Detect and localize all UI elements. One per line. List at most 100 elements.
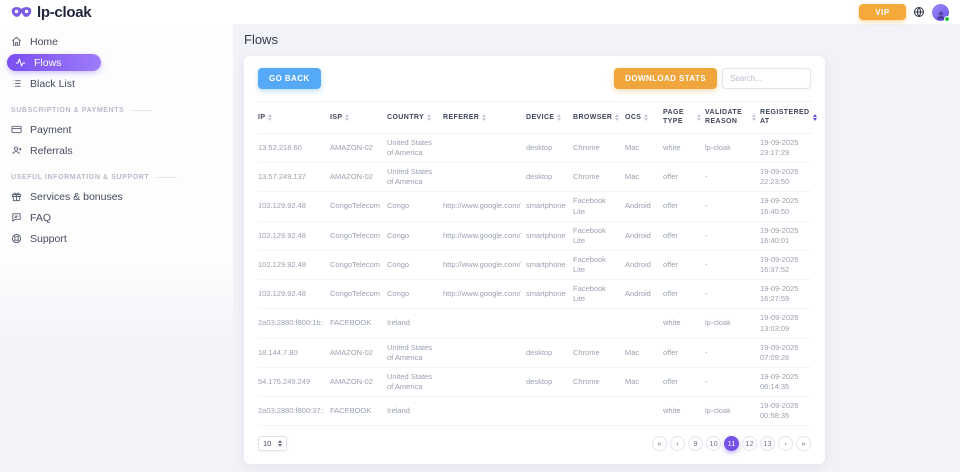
column-label: REGISTERED AT bbox=[760, 108, 810, 127]
sort-icon[interactable] bbox=[268, 114, 272, 121]
sidebar-item-label: Black List bbox=[30, 78, 75, 90]
page-button[interactable]: 9 bbox=[688, 436, 703, 451]
gift-icon bbox=[11, 191, 22, 202]
sidebar-item-referrals[interactable]: Referrals bbox=[0, 140, 233, 161]
table-cell: Chrome bbox=[573, 348, 625, 358]
page-size-select[interactable]: 10 bbox=[258, 436, 287, 451]
table-cell: Ireland bbox=[387, 318, 443, 328]
table-cell: - bbox=[705, 172, 760, 182]
table-cell: smartphone bbox=[526, 201, 573, 211]
table-cell: - bbox=[705, 260, 760, 270]
table-cell: white bbox=[663, 318, 705, 328]
table-cell: lp-cloak bbox=[705, 406, 760, 416]
sort-icon[interactable] bbox=[427, 114, 431, 121]
page-size-value: 10 bbox=[263, 439, 271, 448]
column-header-isp[interactable]: ISP bbox=[330, 113, 387, 122]
table-cell: 102.129.92.48 bbox=[258, 260, 330, 270]
page-button[interactable]: 10 bbox=[706, 436, 721, 451]
sidebar-item-label: Support bbox=[30, 233, 67, 245]
page-button[interactable]: 13 bbox=[760, 436, 775, 451]
table-cell: 102.129.92.48 bbox=[258, 289, 330, 299]
sidebar-item-payment[interactable]: Payment bbox=[0, 119, 233, 140]
sort-icon[interactable] bbox=[345, 114, 349, 121]
main-content: Flows GO BACK DOWNLOAD STATS IPISPCOUNTR… bbox=[233, 24, 960, 472]
app-logo[interactable]: lp-cloak bbox=[11, 4, 91, 21]
stepper-icon bbox=[278, 440, 282, 447]
column-header-country[interactable]: COUNTRY bbox=[387, 113, 443, 122]
sidebar-item-support[interactable]: Support bbox=[0, 228, 233, 249]
sidebar-item-label: Referrals bbox=[30, 145, 73, 157]
flows-card: GO BACK DOWNLOAD STATS IPISPCOUNTRY REFER… bbox=[244, 56, 825, 464]
sidebar-item-black-list[interactable]: Black List bbox=[0, 73, 233, 94]
table-row: 102.129.92.48CongoTelecomCongohttp://www… bbox=[258, 280, 811, 309]
table-cell: AMAZON-02 bbox=[330, 143, 387, 153]
page-button[interactable]: ‹ bbox=[670, 436, 685, 451]
column-label: REFERER bbox=[443, 113, 479, 122]
sidebar-item-faq[interactable]: FAQ bbox=[0, 207, 233, 228]
app-root: lp-cloak VIP bbox=[0, 0, 960, 472]
sort-icon[interactable] bbox=[697, 114, 701, 121]
table-row: 102.129.92.48CongoTelecomCongohttp://www… bbox=[258, 251, 811, 280]
vip-button[interactable]: VIP bbox=[859, 4, 906, 20]
column-header-referer[interactable]: REFERER bbox=[443, 113, 526, 122]
download-stats-button[interactable]: DOWNLOAD STATS bbox=[614, 68, 717, 89]
language-globe-icon[interactable] bbox=[913, 6, 925, 18]
search-input[interactable] bbox=[722, 68, 811, 89]
column-label: BROWSER bbox=[573, 113, 612, 122]
table-cell: AMAZON-02 bbox=[330, 172, 387, 182]
user-avatar[interactable] bbox=[932, 4, 949, 21]
column-header-page-type[interactable]: PAGE TYPE bbox=[663, 108, 705, 127]
page-button[interactable]: « bbox=[652, 436, 667, 451]
table-cell: 2a03:2880:f800:1b:: bbox=[258, 318, 330, 328]
sort-icon[interactable] bbox=[557, 114, 561, 121]
column-header-browser[interactable]: BROWSER bbox=[573, 113, 625, 122]
page-button-active[interactable]: 11 bbox=[724, 436, 739, 451]
table-cell: desktop bbox=[526, 172, 573, 182]
table-cell: CongoTelecom bbox=[330, 260, 387, 270]
page-button[interactable]: › bbox=[778, 436, 793, 451]
table-cell: Congo bbox=[387, 260, 443, 270]
column-header-registered-at[interactable]: REGISTERED AT bbox=[760, 108, 821, 127]
table-row: 13.52.218.60AMAZON-02United States of Am… bbox=[258, 134, 811, 163]
sidebar-item-flows[interactable]: Flows bbox=[7, 54, 101, 71]
page-title: Flows bbox=[244, 32, 960, 47]
table-cell: United States of America bbox=[387, 372, 443, 392]
table-cell: 19-09-2025 22:23:50 bbox=[760, 167, 811, 187]
table-cell: 19-09-2025 13:03:09 bbox=[760, 313, 811, 333]
sidebar-section-support: Useful information & support bbox=[11, 174, 221, 181]
table-cell: Android bbox=[625, 201, 663, 211]
payment-icon bbox=[11, 124, 22, 135]
column-label: COUNTRY bbox=[387, 113, 424, 122]
sidebar-item-home[interactable]: Home bbox=[0, 31, 233, 52]
column-header-ip[interactable]: IP bbox=[258, 113, 330, 122]
page-button[interactable]: » bbox=[796, 436, 811, 451]
table-cell: offer bbox=[663, 231, 705, 241]
sort-icon[interactable] bbox=[615, 114, 619, 121]
column-header-device[interactable]: DEVICE bbox=[526, 113, 573, 122]
go-back-button[interactable]: GO BACK bbox=[258, 68, 321, 89]
sort-icon[interactable] bbox=[813, 114, 817, 121]
table-cell: United States of America bbox=[387, 343, 443, 363]
column-header-validate-reason[interactable]: VALIDATE REASON bbox=[705, 108, 760, 127]
sidebar-item-services-bonuses[interactable]: Services & bonuses bbox=[0, 186, 233, 207]
table-cell: offer bbox=[663, 289, 705, 299]
column-label: PAGE TYPE bbox=[663, 108, 694, 127]
table-row: 54.176.249.249AMAZON-02United States of … bbox=[258, 368, 811, 397]
table-cell: - bbox=[705, 231, 760, 241]
column-header-ocs[interactable]: OCS bbox=[625, 113, 663, 122]
table-cell: - bbox=[705, 377, 760, 387]
sort-icon[interactable] bbox=[482, 114, 486, 121]
table-cell: Android bbox=[625, 289, 663, 299]
table-cell: Chrome bbox=[573, 172, 625, 182]
table-cell: Mac bbox=[625, 143, 663, 153]
online-status-dot bbox=[944, 16, 950, 22]
table-cell: 19-09-2025 06:14:35 bbox=[760, 372, 811, 392]
table-cell: AMAZON-02 bbox=[330, 348, 387, 358]
page-button[interactable]: 12 bbox=[742, 436, 757, 451]
faq-chat-icon bbox=[11, 212, 22, 223]
table-cell: 54.176.249.249 bbox=[258, 377, 330, 387]
mask-icon bbox=[11, 5, 32, 19]
sort-icon[interactable] bbox=[752, 114, 756, 121]
sort-icon[interactable] bbox=[644, 114, 648, 121]
table-cell: offer bbox=[663, 260, 705, 270]
